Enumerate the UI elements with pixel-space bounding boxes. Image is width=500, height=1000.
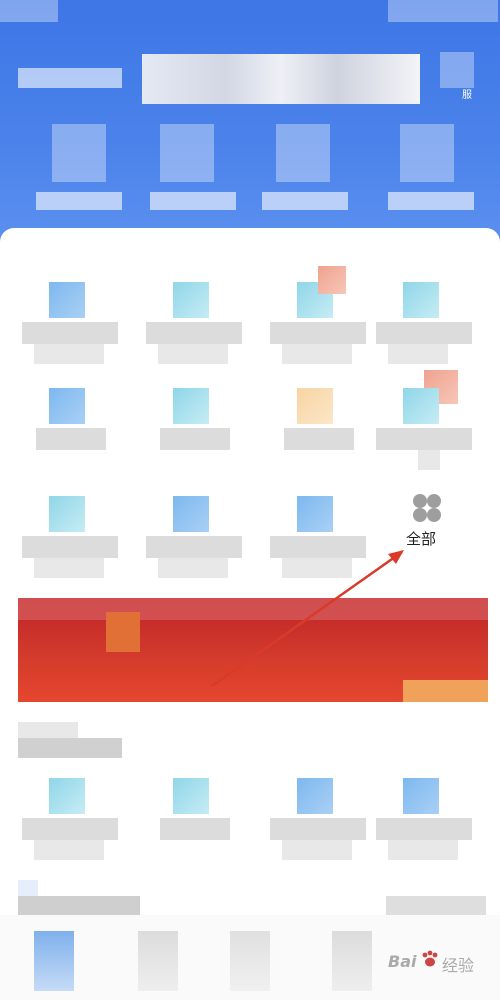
section-more-link[interactable] — [386, 896, 486, 916]
service-label — [376, 818, 472, 840]
tab-icon[interactable] — [230, 931, 270, 991]
service-label — [282, 840, 352, 860]
service-tile[interactable] — [138, 772, 248, 882]
watermark-brand: Bai — [388, 952, 417, 971]
watermark-text: 经验 — [442, 956, 475, 975]
paw-logo-icon — [420, 950, 440, 970]
service-icon — [403, 778, 439, 814]
section-marker — [18, 880, 38, 896]
service-label — [160, 818, 230, 840]
watermark: Bai 经验 — [388, 944, 488, 984]
section-title — [18, 896, 140, 916]
tab-icon[interactable] — [138, 931, 178, 991]
service-tile[interactable] — [368, 772, 478, 882]
service-label — [388, 840, 458, 860]
service-label — [34, 840, 104, 860]
service-icon — [49, 778, 85, 814]
service-icon — [173, 778, 209, 814]
service-tile[interactable] — [262, 772, 372, 882]
service-label — [22, 818, 118, 840]
service-tile[interactable] — [14, 772, 124, 882]
service-label — [270, 818, 366, 840]
section-title — [18, 722, 122, 758]
tab-home-icon[interactable] — [34, 931, 74, 991]
tab-icon[interactable] — [332, 931, 372, 991]
service-icon — [297, 778, 333, 814]
